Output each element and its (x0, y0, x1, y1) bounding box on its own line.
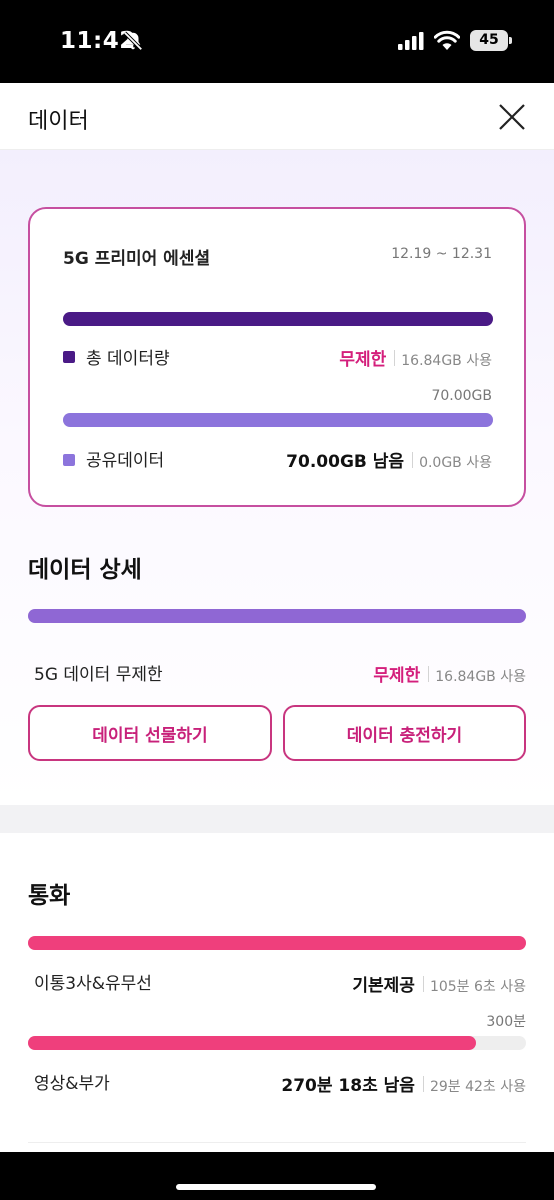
total-data-label: 총 데이터량 (86, 349, 170, 369)
separator (422, 1075, 424, 1092)
separator (422, 975, 424, 992)
close-icon[interactable] (496, 101, 528, 133)
shared-data-status: 70.00GB 남음 0.0GB 사용 (286, 447, 492, 472)
section-divider (0, 805, 554, 833)
gift-data-button-label: 데이터 선물하기 (92, 725, 208, 746)
app-screen: 데이터 5G 프리미어 에센셜 12.19 ~ 12.31 총 데이터량 무제한… (0, 83, 554, 1152)
call-video-label: 영상&부가 (34, 1074, 110, 1094)
battery-level: 45 (479, 32, 499, 48)
separator (428, 665, 430, 682)
data-detail-value: 무제한 (373, 666, 421, 686)
shared-data-label: 공유데이터 (86, 451, 165, 471)
charge-data-button-label: 데이터 충전하기 (346, 725, 463, 746)
shared-data-used: 0.0GB 사용 (419, 455, 492, 471)
separator (394, 349, 396, 366)
wifi-icon (434, 30, 460, 50)
data-detail-used: 16.84GB 사용 (435, 669, 526, 685)
call-basic-value: 기본제공 (352, 976, 415, 996)
shared-data-bar (63, 413, 493, 427)
shared-data-track (63, 413, 493, 427)
shared-data-value: 70.00GB 남음 (286, 452, 405, 472)
gift-data-button[interactable]: 데이터 선물하기 (28, 705, 272, 761)
data-detail-bar (28, 609, 526, 623)
call-basic-used: 105분 6초 사용 (429, 979, 526, 995)
data-section: 5G 프리미어 에센셜 12.19 ~ 12.31 총 데이터량 무제한 16.… (0, 150, 554, 805)
call-video-bar (28, 1036, 477, 1050)
total-data-status: 무제한 16.84GB 사용 (339, 345, 492, 370)
shared-data-legend (63, 454, 75, 466)
call-video-cap: 300분 (486, 1014, 526, 1030)
call-basic-status: 기본제공 105분 6초 사용 (352, 971, 526, 996)
call-basic-label: 이통3사&유무선 (34, 974, 152, 994)
page-title: 데이터 (28, 109, 89, 134)
total-data-track (63, 312, 493, 326)
charge-data-button[interactable]: 데이터 충전하기 (283, 705, 526, 761)
call-title: 통화 (28, 883, 71, 909)
call-basic-bar (28, 936, 526, 950)
call-video-used: 29분 42초 사용 (429, 1079, 526, 1095)
cellular-signal-icon (398, 32, 424, 50)
header: 데이터 (0, 83, 554, 150)
status-bar: 11:42 45 (0, 0, 554, 83)
data-detail-status: 무제한 16.84GB 사용 (373, 661, 526, 686)
call-video-track (28, 1036, 526, 1050)
divider (28, 1142, 526, 1143)
separator (412, 451, 414, 468)
call-basic-track (28, 936, 526, 950)
bell-slash-icon (123, 31, 143, 51)
shared-data-cap: 70.00GB (431, 388, 492, 404)
total-data-legend (63, 351, 75, 363)
call-video-status: 270분 18초 남음 29분 42초 사용 (281, 1071, 526, 1096)
home-indicator[interactable] (176, 1184, 376, 1190)
data-detail-title: 데이터 상세 (28, 557, 142, 583)
data-detail-label: 5G 데이터 무제한 (34, 665, 163, 685)
data-detail-track (28, 609, 526, 623)
plan-card: 5G 프리미어 에센셜 12.19 ~ 12.31 총 데이터량 무제한 16.… (28, 207, 526, 507)
plan-period: 12.19 ~ 12.31 (391, 246, 492, 262)
home-bar (0, 1152, 554, 1200)
total-data-bar (63, 312, 493, 326)
battery-icon: 45 (470, 30, 512, 51)
call-section: 통화 이통3사&유무선 기본제공 105분 6초 사용 300분 영상&부가 2… (0, 833, 554, 1152)
plan-name: 5G 프리미어 에센셜 (63, 249, 211, 269)
total-data-used: 16.84GB 사용 (401, 353, 492, 369)
total-data-value: 무제한 (339, 350, 387, 370)
call-video-value: 270분 18초 남음 (281, 1076, 415, 1096)
